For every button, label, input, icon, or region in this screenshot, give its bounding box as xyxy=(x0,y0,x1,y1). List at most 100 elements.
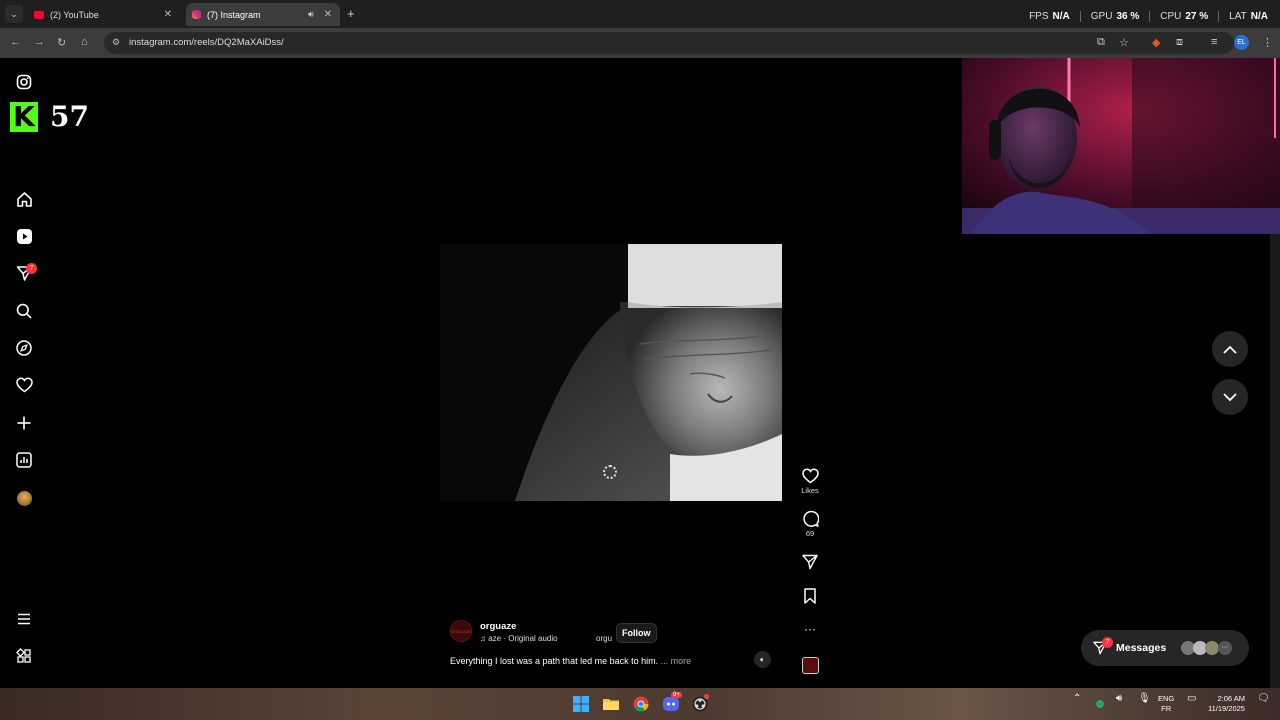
media-control-icon[interactable]: ≡ xyxy=(1211,36,1217,48)
caption-more-link[interactable]: ... more xyxy=(661,656,692,666)
tab-instagram[interactable]: (7) Instagram 🔊︎ ✕ xyxy=(186,3,340,26)
search-nav-icon[interactable] xyxy=(15,302,33,320)
extension-fox-icon[interactable]: ◆ xyxy=(1152,36,1160,49)
chrome-icon[interactable] xyxy=(633,696,649,712)
like-action[interactable]: Likes xyxy=(800,468,820,495)
share-paper-plane-icon[interactable] xyxy=(802,554,818,570)
notification-badge: 7 xyxy=(26,263,37,274)
volume-tray-icon[interactable]: 🔊︎ xyxy=(1116,694,1122,704)
reel-caption: Everything I lost was a path that led me… xyxy=(450,656,691,666)
tray-status-dot-icon[interactable] xyxy=(1096,700,1104,708)
more-options-icon[interactable]: ··· xyxy=(800,622,820,636)
notifications-heart-icon[interactable] xyxy=(15,376,33,394)
taskbar-clock[interactable]: 2:06 AM 11/19/2025 xyxy=(1208,694,1245,714)
language-bottom: FR xyxy=(1161,704,1172,713)
url-bar[interactable]: ⚙︎ instagram.com/reels/DQ2MaXAiDss/ xyxy=(104,32,1234,54)
discord-icon[interactable] xyxy=(663,696,679,712)
reel-video-player[interactable]: ORGUAZE orguaze ♫ aze · Original audio o… xyxy=(440,68,782,678)
tab-search-button[interactable]: ⌄ xyxy=(5,5,23,23)
windows-taskbar: 9+ xyxy=(0,688,1280,720)
audio-playing-icon[interactable]: 🔊︎ xyxy=(308,9,314,20)
share-action[interactable] xyxy=(800,554,820,572)
microphone-tray-icon[interactable]: 🎙︎ xyxy=(1138,694,1151,704)
chevron-up-icon xyxy=(1223,345,1237,354)
gpu-label: GPU xyxy=(1090,11,1113,22)
install-app-icon[interactable]: ⧉ xyxy=(1097,36,1105,49)
youtube-icon xyxy=(34,10,44,19)
comment-bubble-icon[interactable] xyxy=(802,510,819,527)
reload-icon[interactable]: ↻ xyxy=(57,36,66,49)
audio-thumbnail[interactable] xyxy=(800,657,820,674)
address-toolbar: ← → ↻ ⌂ ⚙︎ instagram.com/reels/DQ2MaXAiD… xyxy=(0,28,1280,58)
forward-icon[interactable]: → xyxy=(34,36,45,48)
audio-cover-icon xyxy=(801,657,819,674)
page-scrollbar[interactable] xyxy=(1270,234,1280,688)
next-reel-button[interactable] xyxy=(1212,379,1248,415)
clock-date: 11/19/2025 xyxy=(1208,704,1245,713)
comments-count: 69 xyxy=(805,529,815,538)
reels-nav-icon[interactable] xyxy=(15,227,33,245)
save-action[interactable] xyxy=(800,588,820,606)
instagram-logo-icon[interactable] xyxy=(15,73,33,91)
dashboard-chart-icon[interactable] xyxy=(15,451,33,469)
author-username[interactable]: orguaze xyxy=(480,621,516,632)
new-tab-button[interactable]: + xyxy=(347,6,355,21)
more-menu-icon[interactable] xyxy=(15,610,33,628)
cpu-label: CPU xyxy=(1160,11,1182,22)
fps-value: N/A xyxy=(1052,11,1070,22)
lat-label: LAT xyxy=(1229,11,1247,22)
chat-avatar[interactable] xyxy=(1205,641,1219,655)
comment-action[interactable]: 69 xyxy=(800,510,820,538)
close-tab-icon[interactable]: ✕ xyxy=(164,9,172,20)
webcam-overlay xyxy=(962,58,1280,234)
display-tray-icon[interactable]: ▭ xyxy=(1187,694,1196,704)
file-explorer-icon[interactable] xyxy=(603,696,619,712)
messages-button[interactable]: 7 Messages ··· xyxy=(1081,630,1249,666)
kick-logo-icon: K xyxy=(10,102,38,132)
more-chats-icon[interactable]: ··· xyxy=(1218,641,1232,655)
audio-label: aze · Original audio xyxy=(488,634,558,643)
explore-compass-icon[interactable] xyxy=(15,339,33,357)
create-plus-icon[interactable] xyxy=(15,414,33,432)
profile-avatar[interactable]: EL xyxy=(1234,35,1249,50)
discord-badge: 9+ xyxy=(671,692,682,698)
also-from-meta-icon[interactable] xyxy=(15,647,33,665)
close-tab-icon[interactable]: ✕ xyxy=(324,9,332,20)
music-note-icon: ♫ xyxy=(480,634,489,643)
menu-kebab-icon[interactable]: ⋮ xyxy=(1262,36,1273,49)
home-icon[interactable]: ⌂ xyxy=(81,36,88,48)
loading-spinner-icon xyxy=(603,465,617,479)
site-info-icon[interactable]: ⚙︎ xyxy=(112,37,120,48)
language-indicator[interactable]: ENG FR xyxy=(1158,694,1174,714)
extensions-icon[interactable]: ⧈ xyxy=(1176,36,1183,49)
reel-video-frame[interactable] xyxy=(440,244,782,501)
fps-label: FPS xyxy=(1029,11,1049,22)
tab-label: (2) YouTube xyxy=(50,9,99,20)
lat-value: N/A xyxy=(1250,11,1268,22)
bookmark-star-icon[interactable]: ☆ xyxy=(1119,36,1129,49)
back-icon[interactable]: ← xyxy=(10,36,21,48)
notification-center-icon[interactable]: 🗨︎ xyxy=(1257,694,1270,704)
windows-start-icon[interactable] xyxy=(573,696,589,712)
home-nav-icon[interactable] xyxy=(15,190,33,208)
profile-avatar-icon[interactable] xyxy=(15,489,33,507)
url-text[interactable]: instagram.com/reels/DQ2MaXAiDss/ xyxy=(129,37,284,48)
language-top: ENG xyxy=(1158,694,1175,703)
tab-youtube[interactable]: (2) YouTube ✕ xyxy=(28,3,180,26)
likes-label: Likes xyxy=(801,486,819,495)
audio-marquee-text: orgu xyxy=(596,634,613,643)
volume-toggle-icon[interactable]: 🔈︎ xyxy=(754,651,771,668)
stream-overlay-number: 57 xyxy=(50,100,89,133)
reel-audio[interactable]: ♫ aze · Original audio xyxy=(480,634,558,643)
clock-time: 2:06 AM xyxy=(1217,694,1245,703)
like-heart-icon[interactable] xyxy=(801,468,819,484)
follow-button[interactable]: Follow xyxy=(616,623,657,643)
previous-reel-button[interactable] xyxy=(1212,331,1248,367)
messages-badge: 7 xyxy=(1102,637,1113,648)
reel-author[interactable]: ORGUAZE xyxy=(450,620,472,642)
recording-dot-icon xyxy=(704,694,709,699)
author-avatar[interactable]: ORGUAZE xyxy=(450,620,472,642)
tray-overflow-icon[interactable]: ⌃ xyxy=(1073,694,1081,704)
bookmark-icon[interactable] xyxy=(803,588,817,604)
cpu-value: 27 % xyxy=(1185,11,1209,22)
